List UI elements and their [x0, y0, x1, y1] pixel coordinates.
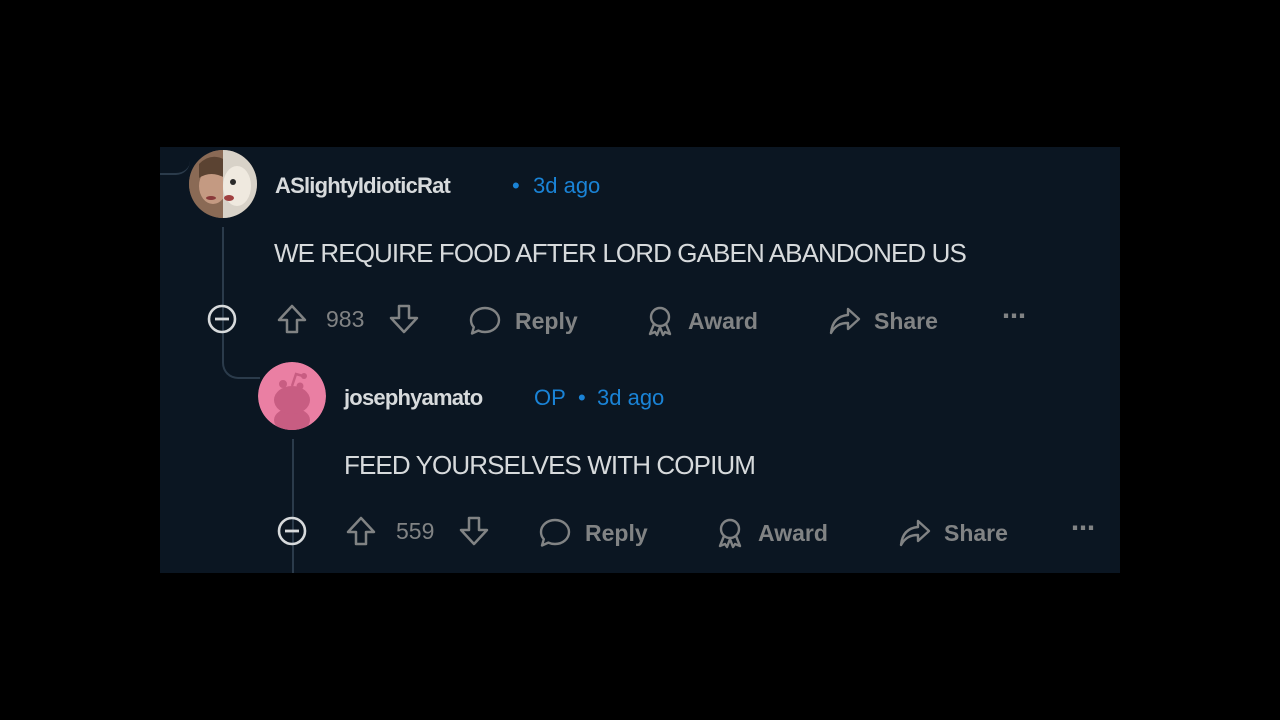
- vote-count: 983: [326, 306, 365, 332]
- share-label: Share: [874, 308, 938, 334]
- comment-separator: •: [512, 173, 520, 198]
- user-avatar[interactable]: [189, 150, 257, 218]
- comment-author[interactable]: ASlightyIdioticRat: [275, 173, 451, 199]
- award-label: Award: [688, 308, 758, 334]
- op-badge: OP: [534, 385, 566, 410]
- comment-icon: [468, 305, 502, 337]
- comment-timestamp[interactable]: 3d ago: [533, 173, 600, 199]
- comment-body: WE REQUIRE FOOD AFTER LORD GABEN ABANDON…: [274, 238, 967, 268]
- downvote-icon[interactable]: [458, 515, 490, 552]
- more-options-button[interactable]: ⋯: [1071, 515, 1095, 543]
- share-icon: [898, 517, 932, 549]
- comment-icon: [538, 517, 572, 549]
- thread-connector: [222, 347, 260, 379]
- collapse-icon[interactable]: [276, 515, 308, 552]
- thread-line[interactable]: [292, 439, 294, 573]
- award-label: Award: [758, 520, 828, 546]
- thread-connector: [160, 147, 190, 175]
- comment-thread: ASlightyIdioticRat • 3d ago WE REQUIRE F…: [160, 147, 1120, 573]
- more-icon: ⋯: [1071, 515, 1095, 542]
- upvote-icon[interactable]: [345, 515, 377, 552]
- share-label: Share: [944, 520, 1008, 546]
- share-button[interactable]: Share: [898, 517, 1008, 549]
- award-button[interactable]: Award: [714, 517, 828, 549]
- reply-label: Reply: [515, 308, 578, 334]
- comment-author[interactable]: josephyamato: [344, 385, 483, 411]
- more-options-button[interactable]: ⋯: [1002, 303, 1026, 331]
- award-icon: [644, 305, 676, 337]
- collapse-icon[interactable]: [206, 303, 238, 340]
- downvote-icon[interactable]: [388, 303, 420, 340]
- share-button[interactable]: Share: [828, 305, 938, 337]
- vote-count: 559: [396, 518, 435, 544]
- comment-separator: •: [578, 385, 586, 410]
- reply-label: Reply: [585, 520, 648, 546]
- award-button[interactable]: Award: [644, 305, 758, 337]
- reply-button[interactable]: Reply: [538, 517, 648, 549]
- share-icon: [828, 305, 862, 337]
- comment-timestamp[interactable]: 3d ago: [597, 385, 664, 411]
- award-icon: [714, 517, 746, 549]
- default-snoo-avatar[interactable]: [258, 362, 326, 430]
- comment-body: FEED YOURSELVES WITH COPIUM: [344, 450, 756, 480]
- more-icon: ⋯: [1002, 303, 1026, 330]
- upvote-icon[interactable]: [276, 303, 308, 340]
- reply-button[interactable]: Reply: [468, 305, 578, 337]
